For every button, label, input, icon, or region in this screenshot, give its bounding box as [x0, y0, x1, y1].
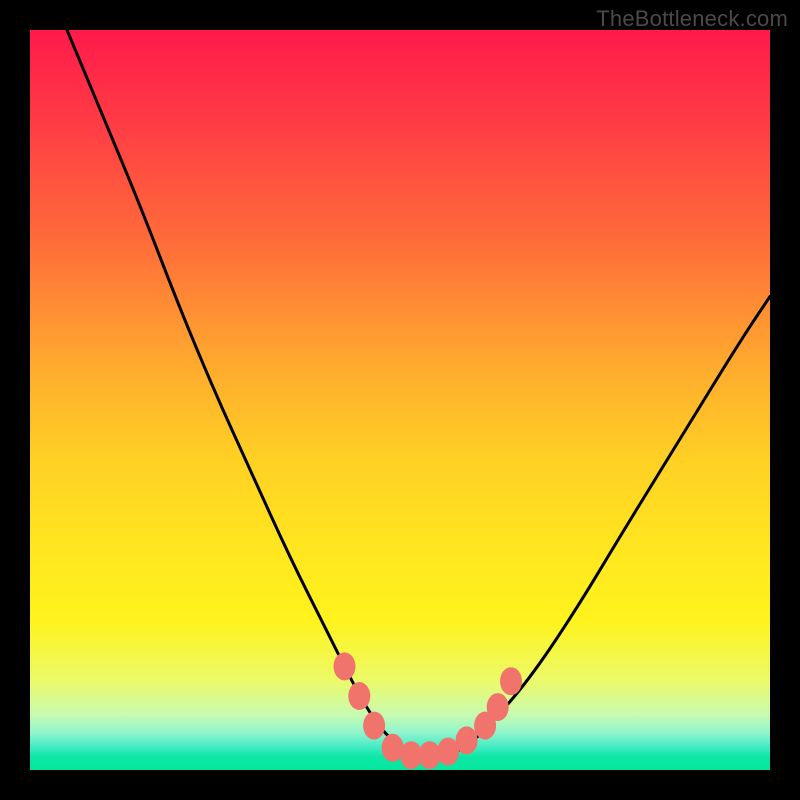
watermark-text: TheBottleneck.com: [596, 6, 788, 32]
valley-marker: [500, 667, 522, 695]
valley-marker: [419, 741, 441, 769]
chart-frame: TheBottleneck.com: [0, 0, 800, 800]
valley-marker: [456, 726, 478, 754]
bottleneck-curve: [67, 30, 770, 755]
valley-marker: [334, 652, 356, 680]
valley-marker: [363, 712, 385, 740]
valley-marker-group: [334, 652, 523, 769]
valley-marker: [348, 682, 370, 710]
plot-area: [30, 30, 770, 770]
curve-svg: [30, 30, 770, 770]
valley-marker: [487, 693, 509, 721]
